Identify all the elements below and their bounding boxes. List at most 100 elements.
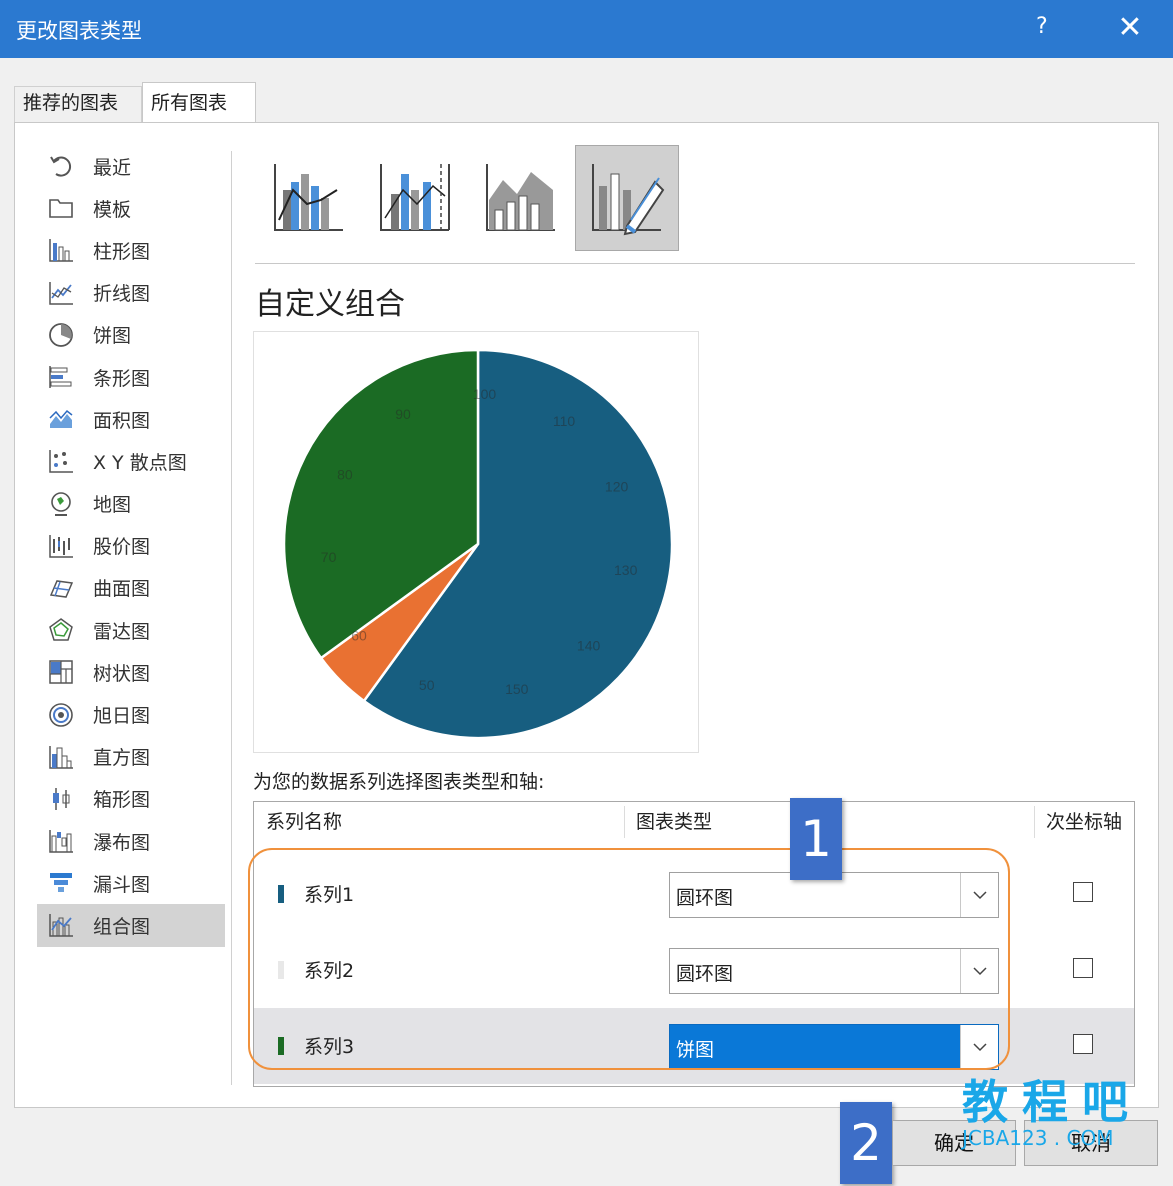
pie-data-label: 100 xyxy=(473,386,497,402)
nav-item-line[interactable]: 折线图 xyxy=(37,272,225,314)
nav-divider xyxy=(231,151,232,1085)
treemap-chart-icon xyxy=(41,659,81,685)
clustered-column-line-icon xyxy=(274,164,343,231)
funnel-chart-icon xyxy=(41,870,81,896)
nav-item-label: 直方图 xyxy=(93,747,151,770)
nav-item-stock[interactable]: 股价图 xyxy=(37,525,225,567)
clustered-column-line-secondary-axis-icon xyxy=(380,164,450,231)
nav-item-area[interactable]: 面积图 xyxy=(37,398,225,440)
close-button[interactable]: ✕ xyxy=(1112,8,1148,48)
nav-item-label: 雷达图 xyxy=(93,620,151,643)
nav-item-label: 股价图 xyxy=(93,536,151,559)
area-chart-icon xyxy=(41,406,81,432)
watermark-url: JCBA123 . COM xyxy=(962,1126,1114,1150)
line-chart-icon xyxy=(41,280,81,306)
nav-item-column[interactable]: 柱形图 xyxy=(37,229,225,271)
nav-item-templates[interactable]: 模板 xyxy=(37,187,225,229)
series-caption: 为您的数据系列选择图表类型和轴: xyxy=(253,771,545,793)
nav-item-label: 瀑布图 xyxy=(93,831,151,854)
nav-item-box-whisker[interactable]: 箱形图 xyxy=(37,778,225,820)
nav-item-pie[interactable]: 饼图 xyxy=(37,314,225,356)
secondary-axis-checkbox[interactable] xyxy=(1073,958,1093,978)
nav-item-label: 组合图 xyxy=(93,915,151,938)
nav-item-label: X Y 散点图 xyxy=(93,451,187,474)
pie-chart: 50 60 70 80 90 100 110 120 130 140 150 xyxy=(282,348,674,740)
chart-preview: 50 60 70 80 90 100 110 120 130 140 150 xyxy=(253,331,699,753)
pie-data-label: 140 xyxy=(577,637,601,653)
col-header-chart-type: 图表类型 xyxy=(636,811,713,833)
nav-item-label: 树状图 xyxy=(93,662,151,685)
nav-item-label: 旭日图 xyxy=(93,705,151,728)
pie-data-label: 50 xyxy=(419,677,435,693)
nav-item-histogram[interactable]: 直方图 xyxy=(37,736,225,778)
step-marker-2: 2 xyxy=(840,1102,892,1184)
nav-item-funnel[interactable]: 漏斗图 xyxy=(37,862,225,904)
recent-icon xyxy=(41,153,81,179)
title-bar: 更改图表类型 ? ✕ xyxy=(0,0,1173,58)
pie-data-label: 110 xyxy=(553,413,576,429)
template-icon xyxy=(41,195,81,221)
nav-item-bar[interactable]: 条形图 xyxy=(37,356,225,398)
watermark-text: 教程吧 xyxy=(962,1075,1142,1129)
pie-data-label: 120 xyxy=(605,479,629,495)
nav-item-radar[interactable]: 雷达图 xyxy=(37,609,225,651)
nav-item-label: 箱形图 xyxy=(93,789,151,812)
histogram-chart-icon xyxy=(41,744,81,770)
subtype-clustered-column-line[interactable] xyxy=(257,145,361,251)
nav-item-label: 漏斗图 xyxy=(93,873,151,896)
secondary-axis-checkbox[interactable] xyxy=(1073,1034,1093,1054)
subtype-custom-combination[interactable] xyxy=(575,145,679,251)
col-separator xyxy=(1034,806,1035,838)
nav-item-label: 最近 xyxy=(93,156,132,179)
pie-data-label: 70 xyxy=(321,549,337,565)
pie-data-label: 150 xyxy=(505,681,529,697)
combo-heading: 自定义组合 xyxy=(255,287,405,322)
pie-chart-icon xyxy=(41,322,81,348)
nav-item-label: 折线图 xyxy=(93,283,151,306)
waterfall-chart-icon xyxy=(41,828,81,854)
nav-item-map[interactable]: 地图 xyxy=(37,483,225,525)
stock-chart-icon xyxy=(41,533,81,559)
tab-recommended-charts[interactable]: 推荐的图表 xyxy=(14,86,142,122)
pie-data-label: 130 xyxy=(614,562,638,578)
pie-data-label: 80 xyxy=(337,467,353,483)
nav-item-scatter[interactable]: X Y 散点图 xyxy=(37,440,225,482)
nav-item-label: 面积图 xyxy=(93,409,151,432)
nav-item-recent[interactable]: 最近 xyxy=(37,145,225,187)
tab-all-charts[interactable]: 所有图表 xyxy=(142,82,256,122)
subtype-stacked-area-clustered-column[interactable] xyxy=(469,145,573,251)
subtype-clustered-column-line-secondary[interactable] xyxy=(363,145,467,251)
dialog-title: 更改图表类型 xyxy=(16,19,142,43)
nav-item-treemap[interactable]: 树状图 xyxy=(37,651,225,693)
col-header-series-name: 系列名称 xyxy=(266,811,343,833)
nav-item-label: 饼图 xyxy=(93,325,132,348)
sunburst-chart-icon xyxy=(41,702,81,728)
nav-item-label: 曲面图 xyxy=(93,578,151,601)
surface-chart-icon xyxy=(41,575,81,601)
col-header-secondary-axis: 次坐标轴 xyxy=(1046,811,1123,833)
nav-item-label: 条形图 xyxy=(93,367,151,390)
nav-item-label: 模板 xyxy=(93,198,132,221)
watermark: 教程吧 JCBA123 . COM xyxy=(938,1060,1148,1160)
column-chart-icon xyxy=(41,237,81,263)
nav-item-waterfall[interactable]: 瀑布图 xyxy=(37,820,225,862)
chart-type-list: 最近 模板 柱形图 折线图 饼图 条形图 面积图 X Y 散点图 地图 股价图 … xyxy=(37,145,225,947)
secondary-axis-checkbox[interactable] xyxy=(1073,882,1093,902)
scatter-chart-icon xyxy=(41,448,81,474)
bar-chart-icon xyxy=(41,364,81,390)
radar-chart-icon xyxy=(41,617,81,643)
map-chart-icon xyxy=(41,491,81,517)
nav-item-label: 地图 xyxy=(93,494,132,517)
help-button[interactable]: ? xyxy=(1036,14,1048,39)
nav-item-label: 柱形图 xyxy=(93,240,151,263)
nav-item-sunburst[interactable]: 旭日图 xyxy=(37,693,225,735)
nav-item-surface[interactable]: 曲面图 xyxy=(37,567,225,609)
pie-data-label: 90 xyxy=(395,406,411,422)
stacked-area-clustered-column-icon xyxy=(486,164,555,231)
custom-combination-icon xyxy=(592,164,665,236)
step-marker-1: 1 xyxy=(790,798,842,880)
col-separator xyxy=(624,806,625,838)
gallery-divider xyxy=(255,263,1135,264)
nav-item-combo[interactable]: 组合图 xyxy=(37,904,225,947)
box-whisker-chart-icon xyxy=(41,786,81,812)
